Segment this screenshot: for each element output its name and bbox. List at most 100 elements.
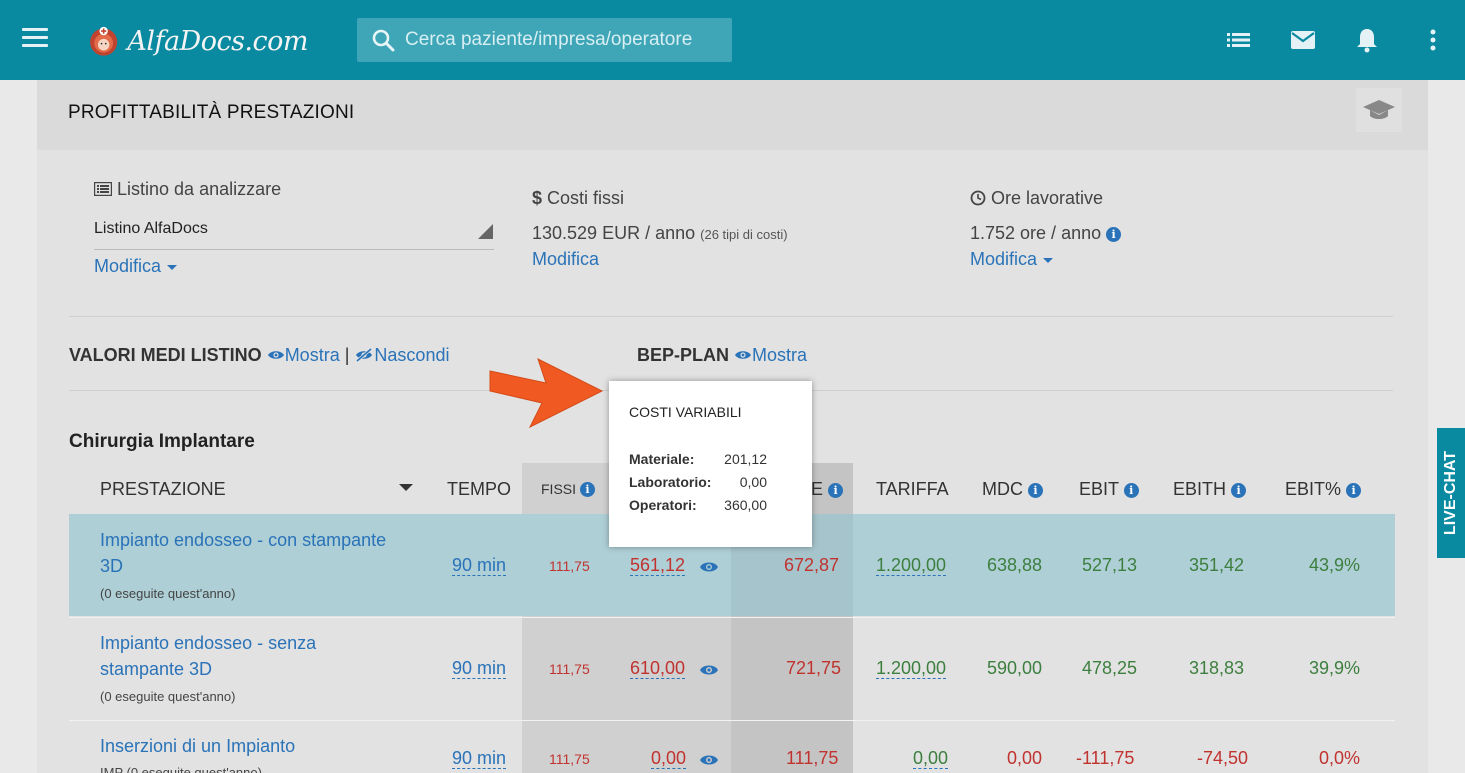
col-header-ebit-wrap[interactable]: EBIT i [1079,479,1139,500]
prestazione-link[interactable]: Inserzioni di un Impianto [100,733,295,759]
ebith-value: 351,42 [1189,555,1245,575]
costi-fissi-label: Costi fissi [547,188,625,208]
col-header-fissi-wrap[interactable]: FISSI i [541,481,595,497]
mail-icon[interactable] [1289,26,1317,54]
costi-fissi-note: (26 tipi di costi) [700,227,788,242]
tooltip-arrow [698,537,718,547]
listino-label-wrap: Listino da analizzare [93,179,282,200]
bep-mostra-link[interactable]: Mostra [734,345,807,365]
ore-value: 1.752 ore / anno [970,223,1102,243]
totale-value: 672,87 [784,555,840,575]
fissi-value: 111,75 [549,558,590,574]
eye-icon [735,351,752,359]
prestazione-count: (0 eseguite quest'anno) [100,586,236,601]
prestazione-link[interactable]: Impianto endosseo - senza stampante 3D [100,630,316,682]
info-icon[interactable]: i [828,483,844,498]
eye-icon[interactable] [699,558,719,579]
tooltip-row-operatori: Operatori: 360,00 [629,497,767,513]
costi-fissi-modifica-link[interactable]: Modifica [532,249,599,270]
tariffa-value[interactable]: 0,00 [913,748,949,769]
sort-down-icon[interactable] [399,484,413,491]
valori-medi-label: VALORI MEDI LISTINO [69,345,262,365]
mdc-value: 590,00 [987,658,1043,678]
lion-logo-icon [90,26,118,56]
menu-icon[interactable] [22,28,48,50]
col-header-ebith-wrap[interactable]: EBITH i [1173,479,1247,500]
variabili-value[interactable]: 610,00 [630,658,686,679]
tempo-value[interactable]: 90 min [452,555,507,576]
info-icon[interactable]: i [1123,483,1139,498]
ebitp-value: 43,9% [1309,555,1361,575]
group-title: Chirurgia Implantare [69,431,255,452]
listino-label: Listino da analizzare [117,179,282,199]
tooltip-row-materiale: Materiale: 201,12 [629,451,767,467]
col-header-fissi: FISSI [541,481,577,497]
col-header-tempo[interactable]: TEMPO [447,479,511,500]
mdc-value: 0,00 [1007,748,1043,768]
live-chat-label: LIVE-CHAT [1442,450,1459,536]
prestazione-link[interactable]: Impianto endosseo - con stampante 3D [100,527,386,579]
panel-header: PROFITTABILITÀ PRESTAZIONI [37,80,1428,150]
ebit-value: -111,75 [1076,748,1135,768]
info-icon[interactable]: i [1231,483,1247,498]
tooltip-title: COSTI VARIABILI [629,404,742,420]
col-header-prestazione[interactable]: PRESTAZIONE [100,479,226,500]
tempo-value[interactable]: 90 min [452,748,507,769]
ebith-value: -74,50 [1197,748,1249,768]
valori-medi-section: VALORI MEDI LISTINO Mostra | Nascondi [69,345,449,366]
ore-label-wrap: Ore lavorative [970,188,1103,209]
live-chat-button[interactable]: LIVE-CHAT [1437,428,1465,558]
listino-modifica-link[interactable]: Modifica [94,256,178,277]
info-icon[interactable]: i [1106,227,1122,242]
eye-icon [267,351,284,359]
ore-label: Ore lavorative [991,188,1104,208]
page-title: PROFITTABILITÀ PRESTAZIONI [68,102,355,123]
fissi-value: 111,75 [549,661,590,677]
col-header-ebitp-wrap[interactable]: EBIT% i [1285,479,1362,500]
bep-section: BEP-PLAN Mostra [637,345,807,366]
ore-modifica-link[interactable]: Modifica [970,249,1054,270]
valori-medi-nascondi-link[interactable]: Nascondi [354,345,449,365]
costi-variabili-tooltip: COSTI VARIABILI Materiale: 201,12 Laborat… [609,381,812,547]
more-vert-icon[interactable] [1419,26,1447,54]
tempo-value[interactable]: 90 min [452,658,507,679]
ebitp-value: 39,9% [1309,658,1361,678]
col-header-mdc-wrap[interactable]: MDC i [982,479,1044,500]
tariffa-value[interactable]: 1.200,00 [876,555,947,576]
listino-select-underline [94,249,494,250]
eye-icon[interactable] [699,751,719,772]
col-header-tariffa[interactable]: TARIFFA [876,479,949,500]
row-divider [69,720,1395,721]
bell-icon[interactable] [1353,26,1381,54]
tooltip-row-laboratorio: Laboratorio: 0,00 [629,474,767,490]
search-box[interactable] [357,18,732,62]
col-header-mdc: MDC [982,479,1023,499]
variabili-value[interactable]: 0,00 [651,748,687,769]
info-icon[interactable]: i [1346,483,1362,498]
mdc-value: 638,88 [987,555,1043,575]
tariffa-value[interactable]: 1.200,00 [876,658,947,679]
fissi-value: 111,75 [549,751,590,767]
divider [69,316,1393,317]
totale-value: 721,75 [786,658,842,678]
logo[interactable]: AlfaDocs.com [88,8,308,74]
listino-select[interactable]: Listino AlfaDocs [94,220,208,238]
tutorial-button[interactable] [1356,88,1402,132]
ebith-value: 318,83 [1189,658,1245,678]
eye-icon[interactable] [699,661,719,682]
top-bar: AlfaDocs.com [0,0,1465,80]
logo-text: AlfaDocs.com [127,25,308,57]
variabili-value[interactable]: 561,12 [630,555,686,576]
caret-down-icon [167,264,178,270]
separator: | [344,345,350,365]
list-icon[interactable] [1225,26,1253,54]
eye-slash-icon [356,347,373,363]
select-arrow-icon[interactable] [478,224,493,239]
ebitp-value: 0,0% [1319,748,1361,768]
valori-medi-mostra-link[interactable]: Mostra [267,345,340,365]
info-icon[interactable]: i [579,482,595,497]
dollar-icon: $ [532,188,543,208]
search-input[interactable] [405,29,725,51]
info-icon[interactable]: i [1028,483,1044,498]
totale-value: 111,75 [786,748,839,768]
